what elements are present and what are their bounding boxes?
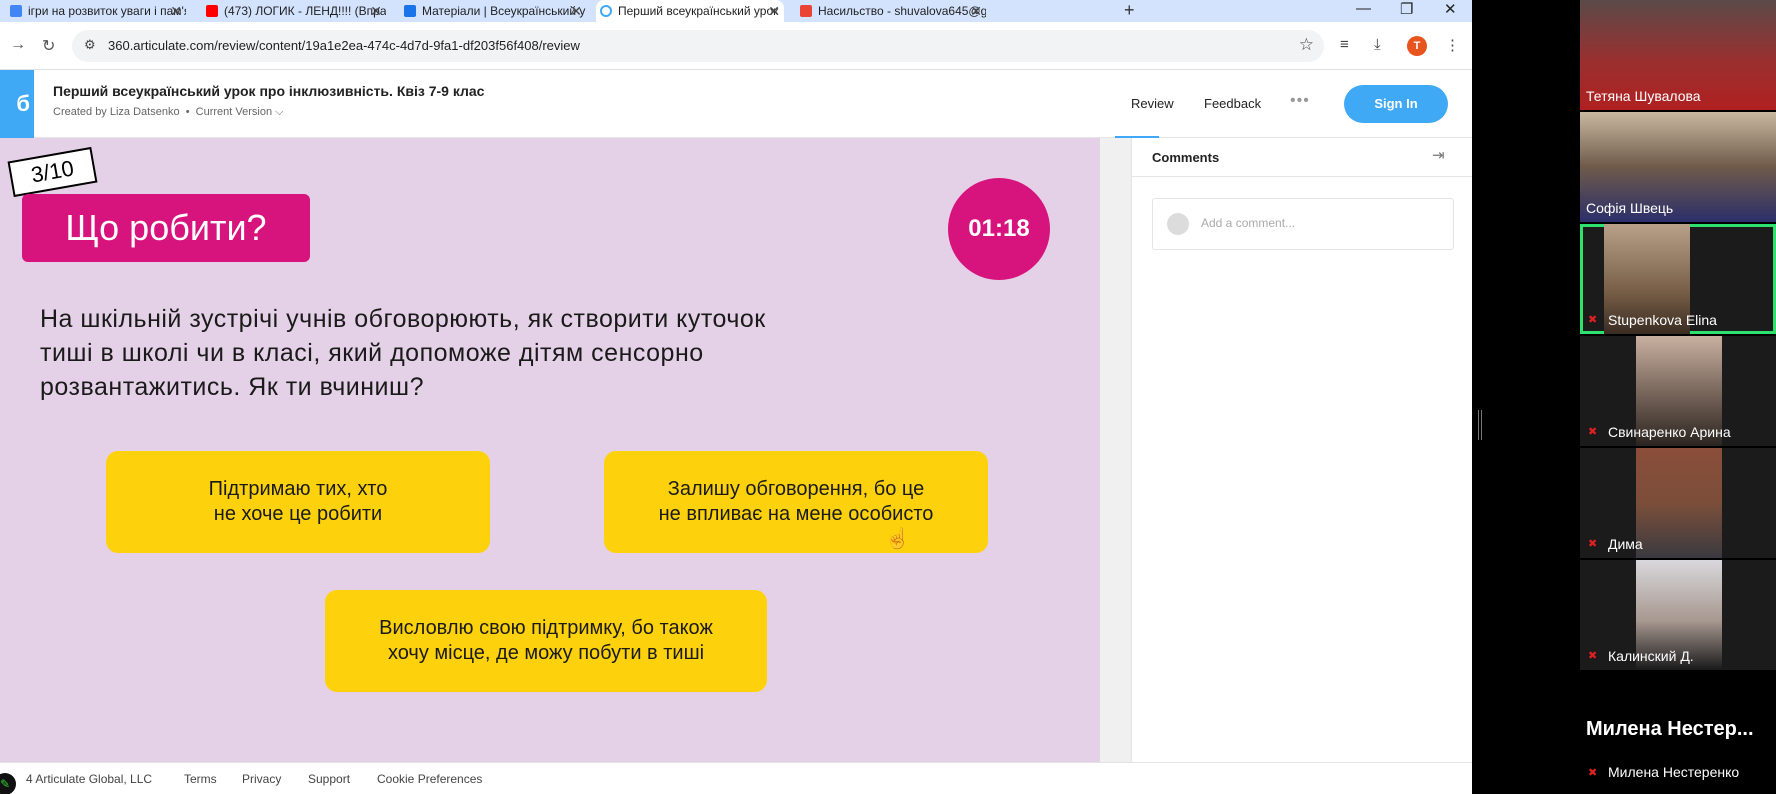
countdown-timer: 01:18 — [948, 178, 1050, 280]
participant-name: Калинский Д. — [1608, 648, 1694, 664]
slide-heading: Що робити? — [22, 194, 310, 262]
course-title: Перший всеукраїнський урок про інклюзивн… — [53, 83, 485, 99]
question-text: На шкільній зустрічі учнів обговорюють, … — [40, 305, 766, 401]
youtube-icon — [206, 5, 218, 17]
url-text: 360.articulate.com/review/content/19a1e2… — [108, 38, 580, 53]
media-icon[interactable]: ≡ — [1340, 36, 1349, 53]
collapse-panel-icon[interactable]: ⇥ — [1432, 146, 1445, 164]
created-by: Created by Liza Datsenko — [53, 106, 180, 118]
forward-icon[interactable]: → — [10, 36, 26, 54]
meeting-divider — [1472, 0, 1580, 794]
feedback-tab[interactable]: Feedback — [1204, 96, 1261, 111]
google-icon — [10, 5, 22, 17]
classroom-icon — [404, 5, 416, 17]
browser-tab[interactable]: (473) ЛОГИК - ЛЕНД!!!! (Вправ ✕ — [202, 0, 386, 22]
gmail-icon — [800, 5, 812, 17]
quiz-slide: 3/10 Що робити? 01:18 На шкільній зустрі… — [0, 138, 1100, 762]
restore-button[interactable]: ❐ — [1400, 0, 1413, 18]
close-icon[interactable]: ✕ — [370, 3, 382, 20]
participant-video[interactable]: ✖ Калинский Д. — [1580, 560, 1776, 670]
download-icon[interactable]: ⤓ — [1374, 36, 1381, 53]
version-dropdown[interactable]: Current Version ⌵ — [196, 106, 284, 118]
address-bar[interactable]: ⚙ 360.articulate.com/review/content/19a1… — [72, 30, 1324, 62]
terms-link[interactable]: Terms — [184, 772, 217, 786]
reload-icon[interactable]: ↻ — [42, 36, 55, 56]
answer-option[interactable]: Підтримаю тих, хто не хоче це робити — [106, 451, 490, 553]
participant-video[interactable]: ✖ Свинаренко Арина — [1580, 336, 1776, 446]
participant-name-large: Милена Нестер... — [1586, 718, 1754, 740]
close-icon[interactable]: ✕ — [970, 3, 982, 20]
minimize-button[interactable]: — — [1356, 0, 1371, 17]
muted-mic-icon: ✖ — [1588, 314, 1598, 326]
muted-mic-icon: ✖ — [1588, 767, 1598, 779]
tab-title: Матеріали | Всеукраїнський ур — [422, 4, 586, 18]
divider — [1132, 176, 1472, 177]
pen-icon[interactable]: ✎ — [0, 773, 16, 794]
site-info-icon[interactable]: ⚙ — [84, 37, 96, 53]
participant-video-active[interactable]: ✖ Stupenkova Elina — [1580, 224, 1776, 334]
window-close-button[interactable]: ✕ — [1444, 0, 1457, 18]
participant-name: Дима — [1608, 536, 1643, 552]
participant-photo — [1636, 448, 1722, 558]
close-icon[interactable]: ✕ — [768, 3, 780, 20]
muted-mic-icon: ✖ — [1588, 538, 1598, 550]
copyright: 4 Articulate Global, LLC — [26, 772, 153, 786]
close-icon[interactable]: ✕ — [170, 3, 182, 20]
resize-handle[interactable] — [1478, 410, 1482, 440]
profile-avatar[interactable]: T — [1407, 36, 1427, 56]
support-link[interactable]: Support — [308, 772, 350, 786]
browser-tab[interactable]: Матеріали | Всеукраїнський ур ✕ — [400, 0, 586, 22]
browser-tab-active[interactable]: Перший всеукраїнський урок ✕ — [596, 0, 784, 22]
user-icon — [1167, 213, 1189, 235]
new-tab-button[interactable]: + — [1124, 0, 1135, 21]
toolbar: → ↻ ⚙ 360.articulate.com/review/content/… — [0, 22, 1472, 70]
participant-video[interactable]: Тетяна Шувалова — [1580, 0, 1776, 110]
more-icon[interactable]: ••• — [1290, 92, 1310, 110]
participant-name: Stupenkova Elina — [1608, 312, 1717, 328]
participant-name: Милена Нестеренко — [1608, 764, 1740, 780]
comments-title: Comments — [1152, 150, 1220, 165]
panel-divider — [1100, 138, 1132, 762]
review-header: б Перший всеукраїнський урок про інклюзи… — [0, 70, 1472, 138]
tab-title: ігри на розвиток уваги і пам'я — [28, 4, 186, 18]
cookie-preferences-link[interactable]: Cookie Preferences — [377, 772, 482, 786]
tab-strip: ігри на розвиток уваги і пам'я ✕ (473) Л… — [0, 0, 1472, 22]
browser-tab[interactable]: ігри на розвиток уваги і пам'я ✕ — [6, 0, 186, 22]
screen: ігри на розвиток уваги і пам'я ✕ (473) Л… — [0, 0, 1776, 794]
muted-mic-icon: ✖ — [1588, 650, 1598, 662]
course-meta: Created by Liza Datsenko • Current Versi… — [53, 106, 284, 119]
review-tab[interactable]: Review — [1131, 96, 1174, 111]
browser-tab[interactable]: Насильство - shuvalova645@g ✕ — [796, 0, 986, 22]
participant-name: Софія Швець — [1586, 200, 1674, 216]
articulate-logo[interactable]: б — [0, 70, 34, 138]
muted-mic-icon: ✖ — [1588, 426, 1598, 438]
hand-cursor-icon: ☝ — [885, 528, 910, 550]
menu-icon[interactable]: ⋮ — [1445, 36, 1460, 54]
browser-window: ігри на розвиток уваги і пам'я ✕ (473) Л… — [0, 0, 1472, 794]
tab-title: Насильство - shuvalova645@g — [818, 4, 986, 18]
footer: ✎ 4 Articulate Global, LLC Terms Privacy… — [0, 762, 1472, 794]
bookmark-star-icon[interactable]: ☆ — [1299, 35, 1314, 55]
comment-input[interactable]: Add a comment... — [1152, 198, 1454, 250]
participant-video[interactable]: ✖ Дима — [1580, 448, 1776, 558]
comment-placeholder: Add a comment... — [1201, 216, 1296, 230]
tab-title: Перший всеукраїнський урок — [618, 4, 779, 18]
comments-panel: Comments ⇥ Add a comment... — [1100, 138, 1472, 762]
close-icon[interactable]: ✕ — [570, 3, 582, 20]
question-counter: 3/10 — [7, 146, 98, 198]
articulate-icon — [600, 5, 612, 17]
answer-option[interactable]: Залишу обговорення, бо це не впливає на … — [604, 451, 988, 553]
participant-video[interactable]: Софія Швець — [1580, 112, 1776, 222]
participant-name: Свинаренко Арина — [1608, 424, 1731, 440]
answer-option[interactable]: Висловлю свою підтримку, бо також хочу м… — [325, 590, 767, 692]
participant-name: Тетяна Шувалова — [1586, 88, 1701, 104]
separator-dot: • — [182, 106, 196, 118]
tab-title: (473) ЛОГИК - ЛЕНД!!!! (Вправ — [224, 4, 386, 18]
privacy-link[interactable]: Privacy — [242, 772, 281, 786]
sign-in-button[interactable]: Sign In — [1344, 85, 1448, 123]
